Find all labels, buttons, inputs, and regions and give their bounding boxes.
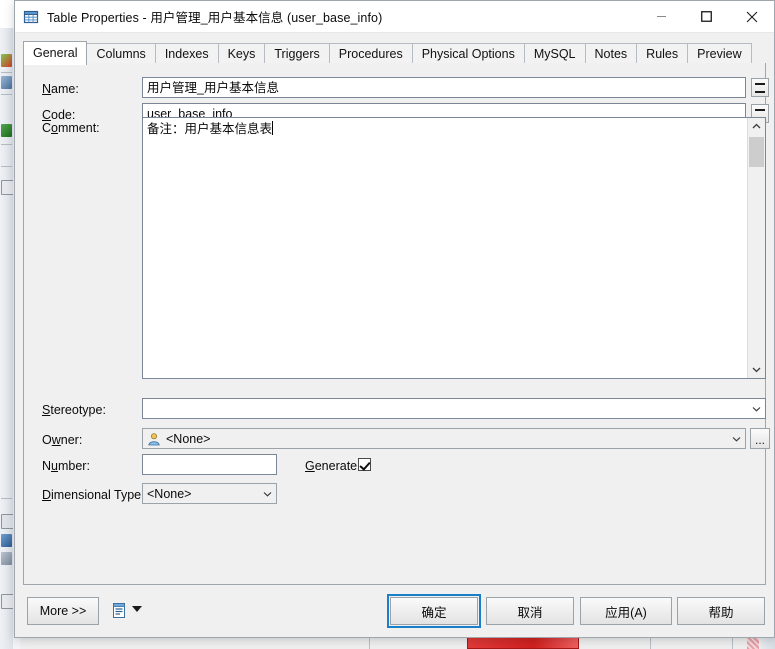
background-left-toolbar xyxy=(0,28,14,649)
name-equals-button[interactable] xyxy=(751,78,769,97)
dialog-titlebar: Table Properties - 用户管理_用户基本信息 (user_bas… xyxy=(15,1,774,33)
dialog-footer: More >> 确定 取消 应用(A) 帮助 xyxy=(15,585,774,637)
name-input[interactable]: 用户管理_用户基本信息 xyxy=(142,77,746,98)
comment-label-mnemonic: o xyxy=(51,121,58,135)
owner-label-text: ner: xyxy=(60,433,83,447)
general-form: Name: 用户管理_用户基本信息 Code: user_base_info C… xyxy=(24,63,770,584)
tab-preview[interactable]: Preview xyxy=(687,43,752,64)
dimensional-type-label: Dimensional Type: xyxy=(42,488,145,502)
maximize-icon xyxy=(701,11,712,22)
number-label-mnemonic: u xyxy=(51,459,58,473)
table-icon xyxy=(23,9,39,25)
dimensional-type-combo[interactable]: <None> xyxy=(142,483,277,504)
code-label: Code: xyxy=(42,108,75,122)
tab-triggers[interactable]: Triggers xyxy=(264,43,330,64)
report-icon[interactable] xyxy=(111,602,127,619)
owner-browse-button[interactable]: ... xyxy=(750,428,770,449)
owner-label-mnemonic: w xyxy=(51,433,61,447)
comment-text: 备注：用户基本信息表 xyxy=(147,122,273,136)
owner-value: <None> xyxy=(166,431,211,446)
report-dropdown-chevron-down-icon[interactable] xyxy=(132,606,142,612)
owner-label: Owner: xyxy=(42,433,82,447)
user-icon xyxy=(147,432,161,446)
general-tab-page: Name: 用户管理_用户基本信息 Code: user_base_info C… xyxy=(23,63,770,585)
name-label-mnemonic: N xyxy=(42,82,52,96)
name-label: Name: xyxy=(42,82,79,96)
generate-label-text: enerate: xyxy=(314,459,361,473)
background-toolbar-separator xyxy=(1,498,12,499)
background-toolbar-icon xyxy=(1,534,12,547)
code-label-text: ode: xyxy=(51,108,76,122)
comment-textarea[interactable]: 备注：用户基本信息表 xyxy=(142,117,766,379)
tab-general[interactable]: General xyxy=(23,41,88,65)
minimize-icon xyxy=(657,16,666,17)
background-toolbar-icon xyxy=(1,124,12,137)
tab-keys[interactable]: Keys xyxy=(217,43,266,64)
comment-label-text: mment: xyxy=(57,121,100,135)
text-caret xyxy=(272,121,274,135)
chevron-down-icon xyxy=(259,484,276,503)
maximize-button[interactable] xyxy=(684,1,729,32)
scroll-up-icon[interactable] xyxy=(748,118,765,135)
apply-button[interactable]: 应用(A) xyxy=(580,597,672,625)
number-label-prefix: N xyxy=(42,459,52,473)
tab-columns[interactable]: Columns xyxy=(86,43,156,64)
dimensional-type-label-text: imensional Type: xyxy=(51,488,145,502)
more-button[interactable]: More >> xyxy=(27,597,99,625)
chevron-down-icon xyxy=(748,399,765,418)
window-controls xyxy=(639,1,774,32)
background-toolbar-icon xyxy=(1,552,12,565)
close-button[interactable] xyxy=(729,1,774,32)
background-toolbar-icon xyxy=(1,54,12,67)
owner-label-prefix: O xyxy=(42,433,52,447)
background-toolbar-separator xyxy=(1,72,12,73)
stereotype-combo[interactable] xyxy=(142,398,766,419)
tab-notes[interactable]: Notes xyxy=(584,43,638,64)
tab-rules[interactable]: Rules xyxy=(636,43,689,64)
help-button[interactable]: 帮助 xyxy=(677,597,765,625)
tab-physical-options[interactable]: Physical Options xyxy=(411,43,525,64)
cancel-button[interactable]: 取消 xyxy=(486,597,574,625)
tab-procedures[interactable]: Procedures xyxy=(328,43,413,64)
background-toolbar-separator xyxy=(1,94,12,95)
number-label-text: mber: xyxy=(57,459,90,473)
background-toolbar-separator xyxy=(1,166,12,167)
number-label: Number: xyxy=(42,459,90,473)
tab-indexes[interactable]: Indexes xyxy=(154,43,219,64)
generate-checkbox[interactable] xyxy=(358,458,371,471)
comment-value: 备注：用户基本信息表 xyxy=(147,121,745,138)
scroll-down-icon[interactable] xyxy=(748,361,765,378)
scrollbar-thumb[interactable] xyxy=(749,137,764,167)
background-toolbar-separator xyxy=(1,144,12,145)
generate-label: Generate: xyxy=(305,459,361,473)
dimensional-type-value: <None> xyxy=(147,486,192,501)
stereotype-label-text: tereotype: xyxy=(50,403,106,417)
ok-button[interactable]: 确定 xyxy=(387,594,481,628)
tab-mysql[interactable]: MySQL xyxy=(523,43,586,64)
comment-label: Comment: xyxy=(42,121,100,135)
stereotype-label: Stereotype: xyxy=(42,403,106,417)
number-input[interactable] xyxy=(142,454,277,475)
code-label-mnemonic: C xyxy=(42,108,52,122)
dialog-title: Table Properties - 用户管理_用户基本信息 (user_bas… xyxy=(47,11,383,25)
property-tabs: General Columns Indexes Keys Triggers Pr… xyxy=(23,41,766,65)
comment-scrollbar[interactable] xyxy=(747,118,765,378)
equals-icon xyxy=(755,82,765,93)
screen: Table Properties - 用户管理_用户基本信息 (user_bas… xyxy=(0,0,775,649)
minimize-button[interactable] xyxy=(639,1,684,32)
chevron-down-icon xyxy=(728,429,745,448)
close-icon xyxy=(746,11,757,22)
generate-label-mnemonic: G xyxy=(305,459,315,473)
name-label-text: ame: xyxy=(51,82,79,96)
table-properties-dialog: Table Properties - 用户管理_用户基本信息 (user_bas… xyxy=(14,0,775,638)
owner-combo[interactable]: <None> xyxy=(142,428,746,449)
comment-label-prefix: C xyxy=(42,121,52,135)
dimensional-type-label-mnemonic: D xyxy=(42,488,52,502)
background-toolbar-icon xyxy=(1,76,12,89)
